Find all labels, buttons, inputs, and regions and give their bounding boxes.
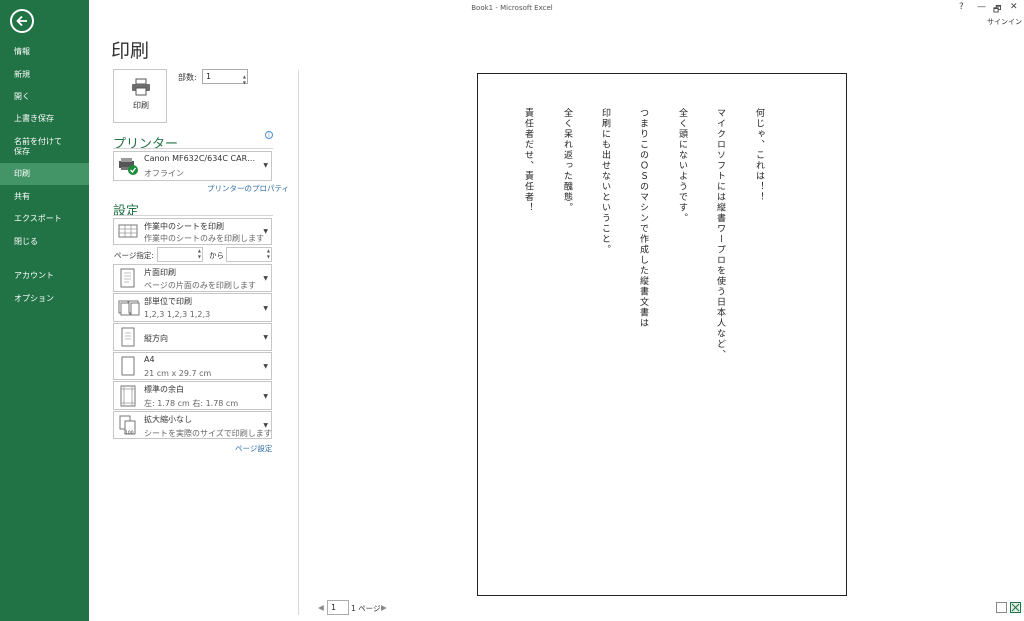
printer-properties-link[interactable]: プリンターのプロパティ — [207, 183, 289, 194]
printer-status-icon — [119, 158, 138, 175]
scaling-icon-text: 100 — [125, 431, 134, 436]
nav-account[interactable]: アカウント — [0, 271, 89, 283]
scaling-sub: シートを実際のサイズで印刷します — [144, 429, 272, 438]
margins-main: 標準の余白 — [144, 385, 184, 394]
sides-sub: ページの片面のみを印刷します — [144, 281, 256, 290]
preview-text-line: つまりこのＯＳのマシンで作成した縦書文書は — [638, 108, 648, 329]
settings-heading: 設定 — [113, 204, 140, 219]
chevron-down-icon: ▼ — [263, 228, 268, 235]
print-scope-main: 作業中のシートを印刷 — [144, 222, 224, 231]
page-setup-link[interactable]: ページ設定 — [235, 443, 272, 454]
arrow-left-icon — [16, 15, 27, 27]
printer-name: Canon MF632C/634C CAR… — [144, 154, 256, 163]
single-sided-icon — [120, 268, 135, 288]
paper-main: A4 — [144, 355, 155, 364]
nav-save[interactable]: 上書き保存 — [0, 114, 89, 126]
zoom-to-page-icon[interactable] — [1010, 602, 1021, 613]
scaling-main: 拡大縮小なし — [144, 415, 192, 424]
sheet-icon — [118, 224, 138, 238]
copies-value: 1 — [206, 72, 212, 81]
page-title: 印刷 — [111, 40, 150, 62]
nav-close[interactable]: 閉じる — [0, 237, 89, 249]
print-preview-page: 何じゃ、これは！！ マイクロソフトには縦書ワープロを使う日本人など、 全く頭にな… — [477, 73, 847, 596]
minimize-button[interactable]: — — [977, 2, 986, 12]
pages-to-input[interactable]: ▲ ▼ — [226, 247, 272, 262]
copies-input[interactable]: 1 ▲ ▼ — [202, 69, 248, 85]
nav-new[interactable]: 新規 — [0, 70, 89, 82]
print-scope-dropdown[interactable]: 作業中のシートを印刷 作業中のシートのみを印刷します ▼ — [113, 218, 272, 245]
back-button[interactable] — [10, 9, 34, 33]
chevron-down-icon: ▼ — [263, 393, 268, 400]
current-page-value: 1 — [331, 603, 337, 612]
nav-info[interactable]: 情報 — [0, 47, 89, 59]
panel-separator — [298, 70, 299, 615]
margins-sub: 左: 1.78 cm 右: 1.78 cm — [144, 399, 239, 408]
portrait-icon — [121, 327, 135, 347]
window-title: Book1 - Microsoft Excel — [471, 4, 553, 12]
collate-sub: 1,2,3 1,2,3 1,2,3 — [144, 310, 211, 319]
paper-sub: 21 cm x 29.7 cm — [144, 369, 212, 378]
preview-text-line: 何じゃ、これは！！ — [754, 108, 764, 203]
prev-page-icon[interactable]: ◀ — [318, 603, 324, 612]
preview-text-line: マイクロソフトには縦書ワープロを使う日本人など、 — [715, 108, 725, 360]
paper-size-dropdown[interactable]: A4 21 cm x 29.7 cm ▼ — [113, 352, 272, 380]
print-scope-sub: 作業中のシートのみを印刷します — [144, 234, 264, 243]
close-button[interactable]: ✕ — [1010, 2, 1018, 12]
current-page-input[interactable]: 1 — [327, 600, 349, 615]
nav-save-as-line2[interactable]: 保存 — [0, 147, 89, 157]
preview-text-line: 全く呆れ返った醜態。 — [562, 108, 572, 213]
chevron-down-icon: ▼ — [263, 422, 268, 429]
nav-save-as-line1[interactable]: 名前を付けて — [0, 137, 89, 147]
show-margins-icon[interactable] — [996, 602, 1007, 613]
sides-main: 片面印刷 — [144, 268, 176, 277]
settings-divider — [113, 215, 273, 216]
next-page-icon[interactable]: ▶ — [381, 603, 387, 612]
preview-text-line: 責任者だせ、責任者！ — [523, 108, 533, 213]
print-button[interactable]: 印刷 — [113, 69, 167, 123]
nav-export[interactable]: エクスポート — [0, 214, 89, 226]
chevron-down-icon: ▼ — [263, 363, 268, 370]
pages-to-label: から — [209, 251, 224, 260]
preview-text-line: 全く頭にないようです。 — [677, 108, 687, 224]
chevron-down-icon: ▼ — [263, 275, 268, 282]
sides-dropdown[interactable]: 片面印刷 ページの片面のみを印刷します ▼ — [113, 264, 272, 292]
copies-label: 部数: — [178, 73, 197, 82]
help-button[interactable]: ? — [959, 2, 964, 12]
backstage-sidebar: 情報 新規 開く 上書き保存 名前を付けて 保存 印刷 共有 エクスポート 閉じ… — [0, 0, 89, 621]
margins-icon — [120, 385, 136, 407]
copies-down-icon[interactable]: ▼ — [243, 76, 246, 89]
scaling-dropdown[interactable]: 100 拡大縮小なし シートを実際のサイズで印刷します ▼ — [113, 411, 272, 439]
pages-label: ページ指定: — [114, 251, 154, 260]
printer-icon — [132, 78, 150, 96]
print-button-label: 印刷 — [133, 101, 149, 110]
collate-main: 部単位で印刷 — [144, 297, 192, 306]
orientation-dropdown[interactable]: 縦方向 ▼ — [113, 323, 272, 351]
chevron-down-icon: ▼ — [263, 305, 268, 312]
nav-print[interactable]: 印刷 — [0, 163, 89, 185]
chevron-down-icon: ▼ — [263, 334, 268, 341]
restore-button[interactable]: 🗗 — [993, 2, 1001, 18]
preview-text-line: 印刷にも出せないということ。 — [600, 108, 610, 255]
nav-options[interactable]: オプション — [0, 294, 89, 306]
nav-open[interactable]: 開く — [0, 92, 89, 104]
printer-dropdown[interactable]: Canon MF632C/634C CAR… オフライン ▼ — [113, 151, 272, 181]
collate-dropdown[interactable]: 部単位で印刷 1,2,3 1,2,3 1,2,3 ▼ — [113, 293, 272, 322]
orientation-main: 縦方向 — [144, 334, 168, 343]
margins-dropdown[interactable]: 標準の余白 左: 1.78 cm 右: 1.78 cm ▼ — [113, 381, 272, 410]
paper-icon — [121, 356, 135, 376]
title-bar: Book1 - Microsoft Excel — [89, 0, 1024, 16]
pages-from-input[interactable]: ▲ ▼ — [157, 247, 203, 262]
page-total: 1 ページ — [351, 604, 381, 613]
sign-in-link[interactable]: サインイン — [987, 17, 1022, 27]
info-icon[interactable]: i — [265, 131, 273, 139]
printer-status: オフライン — [144, 169, 184, 178]
chevron-down-icon: ▼ — [263, 162, 268, 169]
printer-divider — [113, 148, 273, 149]
collate-icon — [118, 300, 140, 316]
nav-share[interactable]: 共有 — [0, 192, 89, 204]
printer-heading: プリンター — [113, 137, 179, 152]
